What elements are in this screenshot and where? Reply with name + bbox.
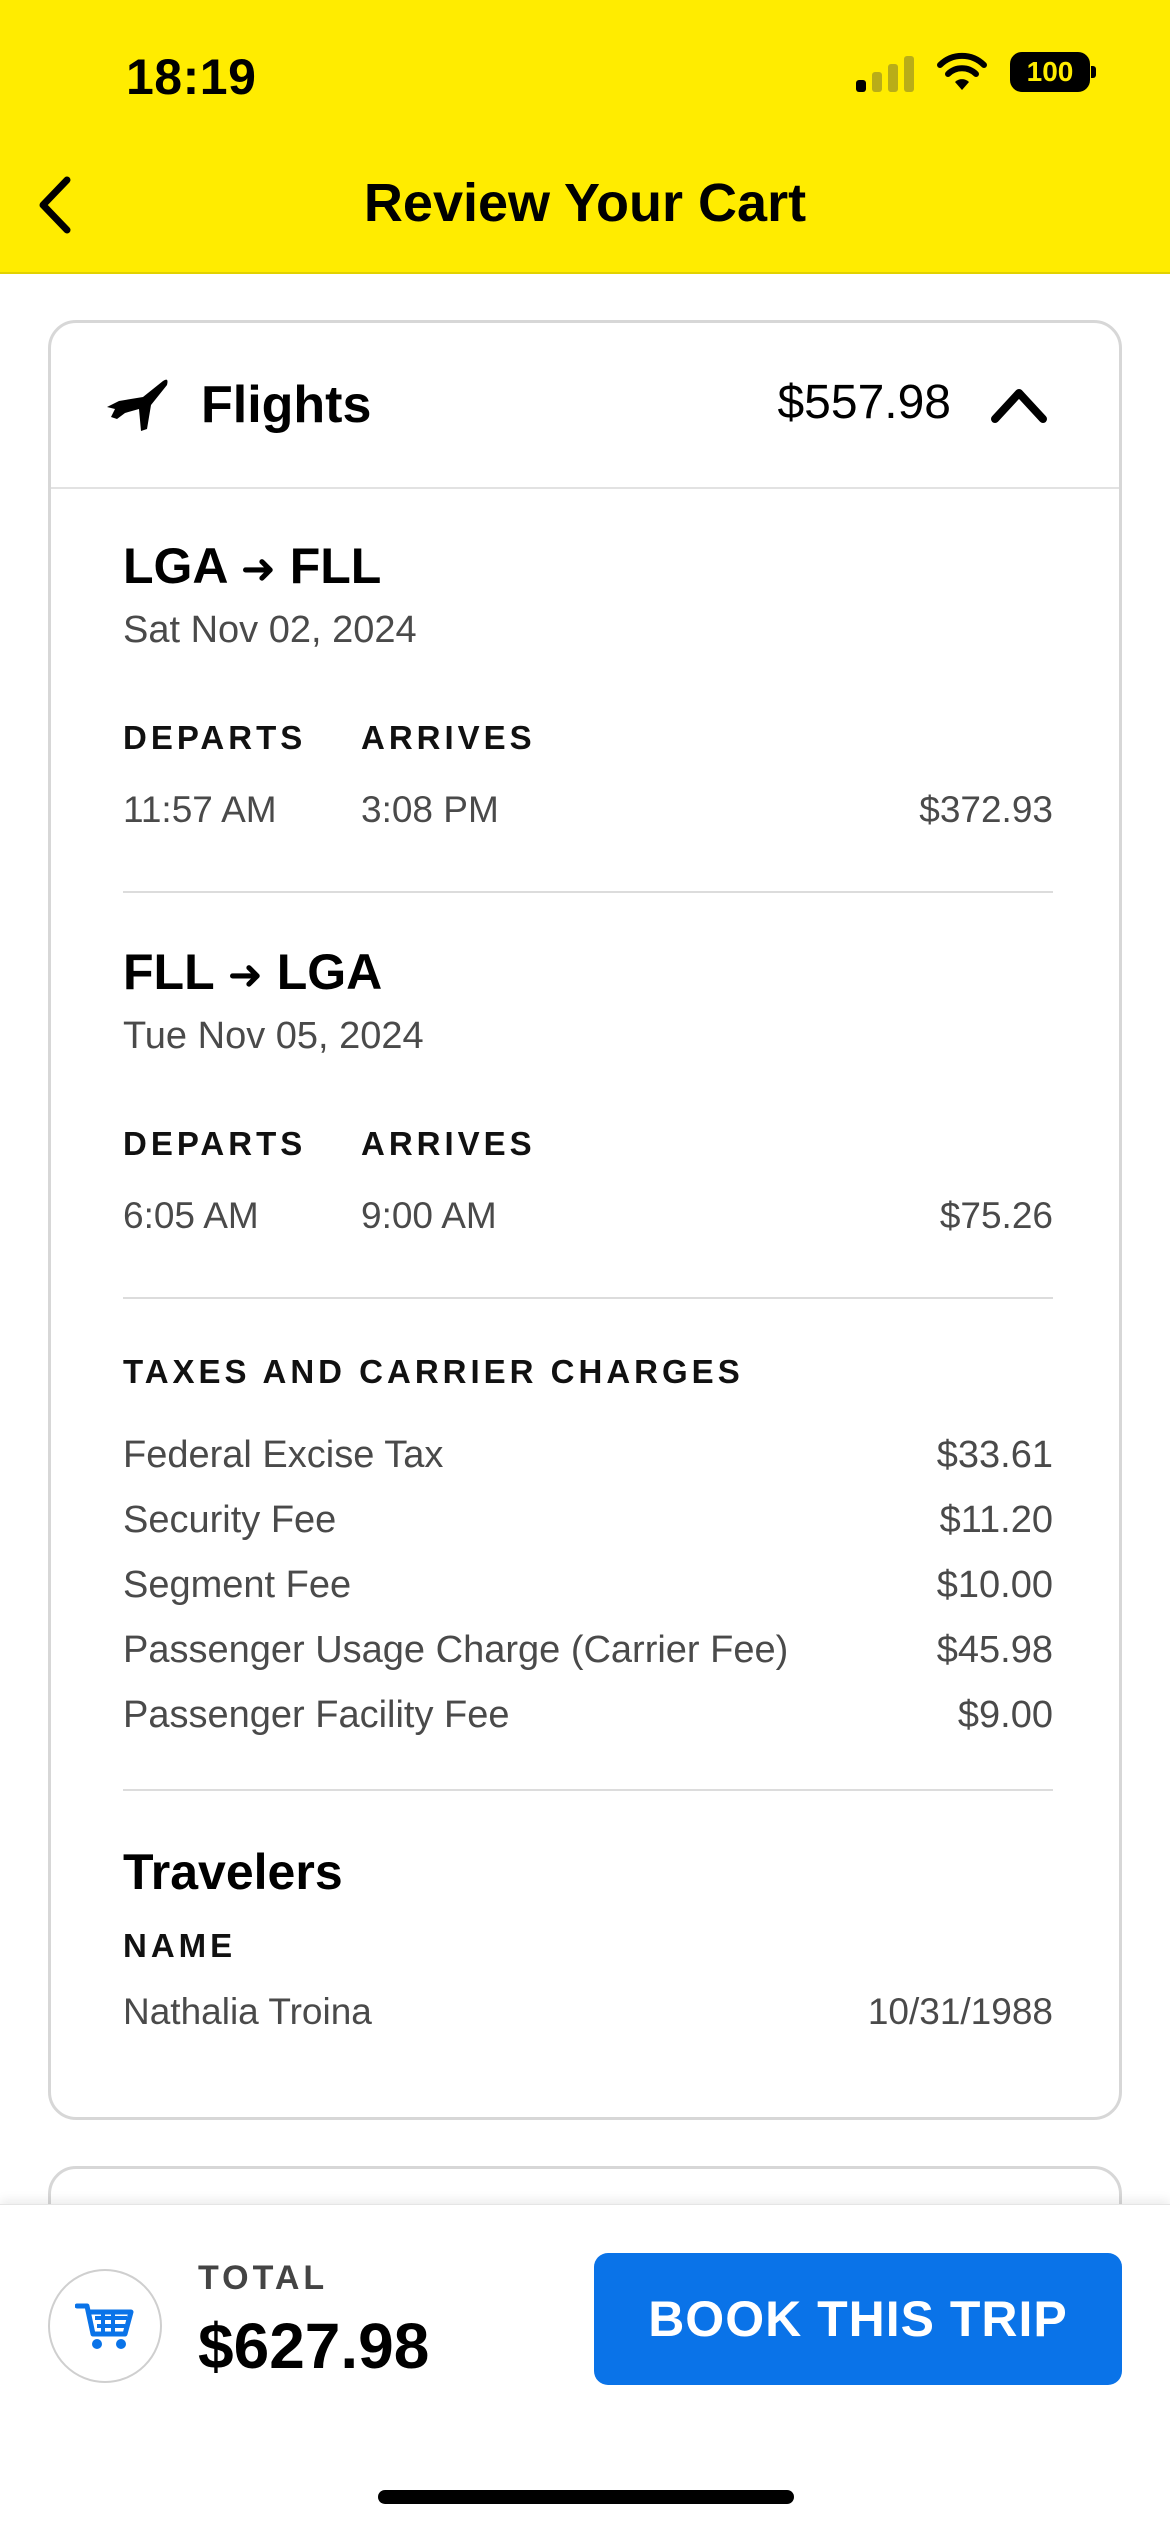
taxes-section: TAXES AND CARRIER CHARGES Federal Excise… [123,1353,1053,1748]
fee-label: Passenger Usage Charge (Carrier Fee) [123,1629,789,1671]
fee-label: Passenger Facility Fee [123,1694,510,1736]
flight-segment: FLL ➜ LGA Tue Nov 05, 2024 [123,943,1053,1058]
arrives-label: ARRIVES [361,719,536,756]
taxes-heading: TAXES AND CARRIER CHARGES [123,1353,744,1390]
divider [123,1297,1053,1299]
route: LGA ➜ FLL [123,537,1053,595]
chevron-up-icon[interactable] [989,381,1049,427]
origin-code: FLL [123,944,214,1000]
flight-times: 6:05 AM 9:00 AM $75.26 [123,1195,1053,1251]
flight-date: Tue Nov 05, 2024 [123,1015,424,1057]
arrives-time: 9:00 AM [361,1195,497,1236]
flights-price: $557.98 [777,376,951,429]
name-label: NAME [123,1927,237,1964]
cart-icon [75,2303,134,2349]
arrives-label: ARRIVES [361,1125,536,1162]
fee-row: Federal Excise Tax $33.61 [123,1423,1053,1488]
fee-label: Segment Fee [123,1564,352,1606]
wifi-icon [937,52,987,90]
fee-row: Passenger Facility Fee $9.00 [123,1683,1053,1748]
divider [123,1789,1053,1791]
total-amount: $627.98 [198,2310,430,2382]
departs-time: 6:05 AM [123,1195,259,1236]
travelers-title: Travelers [123,1844,343,1900]
fee-amount: $45.98 [936,1629,1053,1671]
flight-times-labels: DEPARTS ARRIVES [123,1125,1053,1181]
destination-code: LGA [276,944,383,1000]
airplane-icon [107,379,168,431]
app-header: 18:19 100 Review Your Cart [0,0,1170,274]
destination-code: FLL [289,538,382,594]
traveler-dob: 10/31/1988 [867,1991,1053,2032]
arrives-time: 3:08 PM [361,789,499,830]
fee-label: Security Fee [123,1499,337,1541]
flights-title: Flights [201,376,372,434]
segment-price: $75.26 [939,1195,1053,1236]
departs-label: DEPARTS [123,1125,307,1162]
fee-amount: $9.00 [957,1694,1053,1736]
status-icons: 100 [856,52,1096,92]
fee-amount: $33.61 [936,1434,1053,1476]
traveler-row: Nathalia Troina 10/31/1988 [123,1991,1053,2047]
page-title: Review Your Cart [363,173,807,233]
flights-card: Flights $557.98 LGA ➜ FLL Sat Nov 02, 20… [48,320,1122,2120]
total-label: TOTAL [198,2259,329,2297]
checkout-bar: TOTAL $627.98 BOOK THIS TRIP [0,2204,1170,2532]
flight-segment: LGA ➜ FLL Sat Nov 02, 2024 [123,537,1053,652]
flight-date: Sat Nov 02, 2024 [123,609,417,651]
cellular-signal-icon [856,52,914,92]
departs-time: 11:57 AM [123,789,277,830]
fee-row: Security Fee $11.20 [123,1488,1053,1553]
segment-price: $372.93 [919,789,1053,830]
fee-amount: $10.00 [936,1564,1053,1606]
fee-label: Federal Excise Tax [123,1434,444,1476]
traveler-name: Nathalia Troina [123,1991,372,2032]
travelers-section: Travelers NAME Nathalia Troina 10/31/198… [123,1843,1053,2047]
fee-amount: $11.20 [939,1499,1053,1541]
flight-times: 11:57 AM 3:08 PM $372.93 [123,789,1053,845]
departs-label: DEPARTS [123,719,307,756]
battery-icon: 100 [1010,52,1096,92]
arrow-right-icon: ➜ [240,545,276,592]
fee-row: Passenger Usage Charge (Carrier Fee) $45… [123,1618,1053,1683]
origin-code: LGA [123,538,227,594]
status-time: 18:19 [126,49,257,105]
battery-level: 100 [1026,56,1074,87]
arrow-right-icon: ➜ [227,951,263,998]
divider [123,891,1053,893]
flights-card-header[interactable]: Flights $557.98 [51,323,1119,489]
book-trip-button[interactable]: BOOK THIS TRIP [594,2253,1122,2385]
home-indicator[interactable] [378,2490,794,2504]
fee-row: Segment Fee $10.00 [123,1553,1053,1618]
route: FLL ➜ LGA [123,943,1053,1001]
flight-times-labels: DEPARTS ARRIVES [123,719,1053,775]
cart-button[interactable] [48,2269,162,2383]
